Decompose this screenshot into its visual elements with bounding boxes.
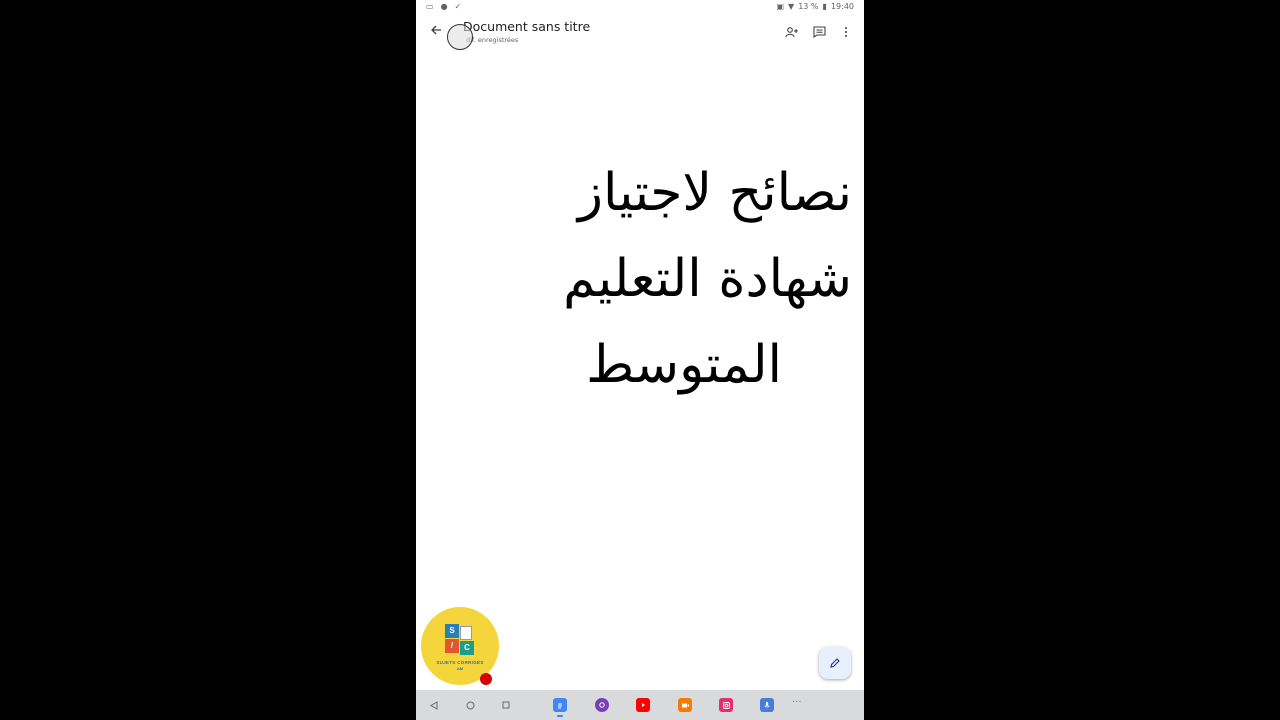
youtube-app-icon[interactable] (636, 698, 650, 712)
pencil-icon (830, 658, 840, 668)
active-app-indicator (557, 715, 563, 717)
screen-record-icon: ● (440, 2, 448, 11)
square-recents-icon (502, 701, 510, 709)
document-line: شهادة التعليم (563, 249, 852, 309)
comment-icon (812, 26, 826, 38)
status-bar: ▭ ● ✓ ▣ ▼ 13 % ▮ 19:40 (416, 0, 864, 14)
recording-indicator (480, 673, 492, 685)
document-line: المتوسط (586, 335, 782, 395)
share-button[interactable] (782, 22, 802, 42)
cast-icon: ▭ (426, 2, 434, 11)
video-camera-icon (681, 703, 689, 707)
nav-back-button[interactable] (426, 697, 442, 713)
save-status: dif. enregistrées (466, 36, 519, 44)
more-options-button[interactable] (836, 22, 856, 42)
document-line: نصائح لاجتياز (577, 163, 852, 223)
nfc-icon: ▣ (776, 2, 785, 11)
nav-home-button[interactable] (462, 697, 478, 713)
comment-button[interactable] (809, 22, 829, 42)
battery-icon: ▮ (822, 2, 827, 11)
touch-indicator (447, 24, 473, 50)
microphone-icon (764, 702, 770, 708)
nav-recents-button[interactable] (498, 697, 514, 713)
clock: 19:40 (830, 2, 854, 11)
screen-recorder-app-icon[interactable] (595, 698, 609, 712)
phone-screen: ▭ ● ✓ ▣ ▼ 13 % ▮ 19:40 Document sans tit… (416, 0, 864, 720)
video-camera-app-icon[interactable] (678, 698, 692, 712)
docs-app-icon[interactable] (553, 698, 567, 712)
document-body[interactable]: نصائح لاجتياز شهادة التعليم المتوسط (436, 150, 852, 408)
pen-icon: / (445, 639, 459, 653)
document-icon (460, 626, 472, 640)
camera-icon (722, 701, 730, 709)
battery-percent: 13 % (798, 2, 819, 11)
logo-tile-c: C (460, 641, 474, 655)
circle-home-icon (466, 701, 474, 709)
more-horiz-icon: ··· (792, 697, 802, 708)
arrow-left-icon (431, 25, 441, 35)
check-icon: ✓ (454, 2, 462, 11)
logo-tiles: S / C (445, 624, 475, 656)
document-title[interactable]: Document sans titre (463, 19, 590, 34)
back-button[interactable] (428, 22, 444, 42)
logo-caption: SUJETS CORRIGÉS (436, 660, 484, 665)
wifi-icon: ▼ (788, 2, 795, 11)
triangle-back-icon (430, 700, 438, 710)
logo-caption-2: AM (456, 666, 464, 671)
app-drawer-button[interactable]: ··· (792, 697, 802, 708)
status-right-icons: ▣ ▼ 13 % ▮ 19:40 (776, 2, 854, 12)
navigation-bar: ··· (416, 690, 864, 720)
logo-tile-s: S (445, 624, 459, 638)
assistant-app-icon[interactable] (760, 698, 774, 712)
person-add-icon (785, 27, 798, 38)
docs-icon (558, 703, 562, 708)
edit-button[interactable] (819, 647, 851, 679)
more-vert-icon (845, 27, 847, 37)
play-icon (642, 703, 645, 707)
instagram-app-icon[interactable] (719, 698, 733, 712)
record-icon (599, 702, 605, 708)
status-left-icons: ▭ ● ✓ (426, 2, 461, 12)
